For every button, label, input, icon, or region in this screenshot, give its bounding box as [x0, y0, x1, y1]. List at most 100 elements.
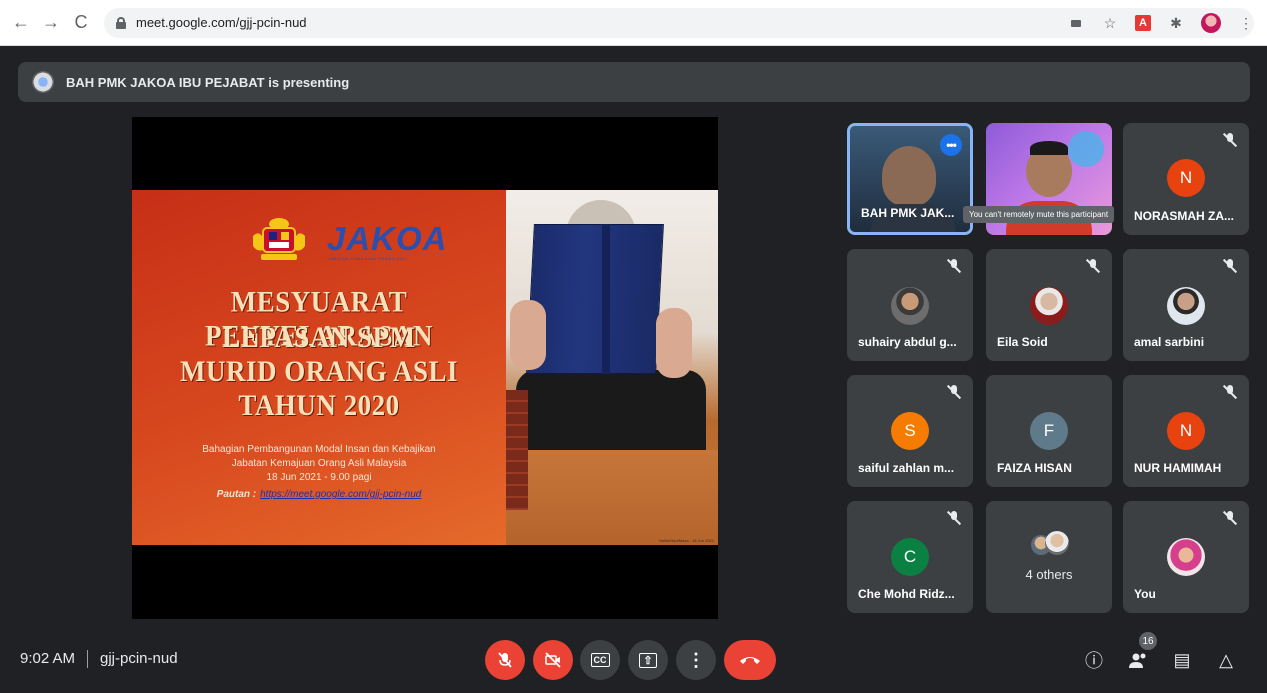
- participant-tile[interactable]: S saiful zahlan m...: [847, 375, 973, 487]
- participant-tile[interactable]: amal sarbini: [1123, 249, 1249, 361]
- participant-name: suhairy abdul g...: [858, 335, 957, 349]
- camera-toggle-button[interactable]: [533, 640, 573, 680]
- participant-tile[interactable]: C Che Mohd Ridz...: [847, 501, 973, 613]
- presenting-text: BAH PMK JAKOA IBU PEJABAT is presenting: [66, 74, 350, 90]
- slide-photo: Tarikh/Hari/Masa : 18 Jun 2021: [506, 190, 718, 545]
- slide-title-line-4: TAHUN 2020: [238, 388, 400, 422]
- avatar: [1030, 287, 1068, 325]
- participant-name: amal sarbini: [1134, 335, 1205, 349]
- mic-off-icon: [947, 385, 961, 399]
- clock: 9:02 AM: [20, 650, 76, 667]
- participant-tile-self[interactable]: You: [1123, 501, 1249, 613]
- participant-name: FAIZA HISAN: [997, 461, 1072, 475]
- mic-off-icon: [1086, 259, 1100, 273]
- participant-count-badge: 16: [1139, 632, 1157, 650]
- extensions-puzzle-icon[interactable]: ✱: [1167, 14, 1185, 32]
- participant-tile[interactable]: N NUR HAMIMAH: [1123, 375, 1249, 487]
- photo-book: [526, 224, 664, 374]
- captions-button[interactable]: CC: [580, 640, 620, 680]
- captions-icon: CC: [590, 653, 610, 667]
- jakoa-logo: JAKOA: [327, 220, 448, 257]
- slide-link-url: https://meet.google.com/gjj-pcin-nud: [260, 489, 422, 500]
- people-icon: [1129, 653, 1146, 668]
- participant-face: [882, 146, 936, 206]
- meeting-controls-bar: 9:02 AM gjj-pcin-nud CC ⇧ ⋮ ⓘ ▤ △: [0, 630, 1267, 693]
- browser-actions: ☆ A ✱ ⋮: [1067, 0, 1255, 46]
- meeting-code: gjj-pcin-nud: [100, 650, 178, 667]
- participant-tile[interactable]: suhairy abdul g...: [847, 249, 973, 361]
- profile-avatar[interactable]: [1201, 13, 1221, 33]
- participant-name: Che Mohd Ridz...: [858, 587, 955, 601]
- avatar: N: [1167, 159, 1205, 197]
- participant-tile[interactable]: F FAIZA HISAN: [986, 375, 1112, 487]
- photo-hand-right: [656, 308, 692, 378]
- present-icon: ⇧: [639, 652, 657, 668]
- others-count-label: 4 others: [1025, 567, 1073, 582]
- jakoa-logo-subtitle: JABATAN KEMAJUAN ORANG ASLI: [328, 256, 408, 261]
- participant-tile-presenter[interactable]: ••• BAH PMK JAK...: [847, 123, 973, 235]
- present-now-button[interactable]: ⇧: [628, 640, 668, 680]
- avatar: [1167, 287, 1205, 325]
- slide-info-line-2: Jabatan Kemajuan Orang Asli Malaysia: [231, 458, 407, 469]
- more-options-button[interactable]: ⋮: [676, 640, 716, 680]
- browser-toolbar: ← → C meet.google.com/gjj-pcin-nud ☆ A ✱…: [0, 0, 1267, 46]
- avatar: F: [1030, 412, 1068, 450]
- mic-off-icon: [1223, 511, 1237, 525]
- mic-off-icon: [1223, 385, 1237, 399]
- more-vert-icon: ⋮: [687, 649, 705, 670]
- mic-off-icon: [947, 259, 961, 273]
- participant-name: You: [1134, 587, 1156, 601]
- divider: [87, 650, 88, 668]
- chat-icon: ▤: [1173, 649, 1191, 670]
- others-tile[interactable]: 4 others: [986, 501, 1112, 613]
- camera-off-icon: [545, 652, 561, 668]
- participant-name: BAH PMK JAK...: [861, 206, 955, 220]
- mic-off-icon: [947, 511, 961, 525]
- browser-menu-icon[interactable]: ⋮: [1237, 14, 1255, 32]
- activities-icon: △: [1219, 649, 1233, 670]
- participant-name: saiful zahlan m...: [858, 461, 955, 475]
- reload-button[interactable]: C: [68, 10, 94, 36]
- mic-off-icon: [1223, 133, 1237, 147]
- leave-call-button[interactable]: [724, 640, 776, 680]
- others-avatars: [1029, 531, 1069, 557]
- mic-off-icon: [498, 652, 512, 668]
- more-options-icon[interactable]: •••: [940, 134, 962, 156]
- participant-name: NUR HAMIMAH: [1134, 461, 1222, 475]
- photo-book-spine: [602, 224, 610, 374]
- slide-title-line-2: LEPASAN SPM: [222, 320, 416, 354]
- back-button[interactable]: ←: [8, 10, 34, 36]
- slide-caption: Tarikh/Hari/Masa : 18 Jun 2021: [658, 538, 714, 543]
- presentation-screen[interactable]: JAKOA JABATAN KEMAJUAN ORANG ASLI MESYUA…: [132, 117, 718, 619]
- malaysia-crest-logo: [253, 218, 305, 260]
- star-icon[interactable]: ☆: [1101, 14, 1119, 32]
- slide-text-panel: JAKOA JABATAN KEMAJUAN ORANG ASLI MESYUA…: [132, 190, 506, 545]
- avatar: [891, 287, 929, 325]
- presenter-avatar: [32, 71, 54, 93]
- presenting-banner: BAH PMK JAKOA IBU PEJABAT is presenting: [18, 62, 1250, 102]
- photo-person-shirt: [516, 370, 706, 450]
- participant-tile[interactable]: Eila Soid: [986, 249, 1112, 361]
- microphone-toggle-button[interactable]: [485, 640, 525, 680]
- camera-indicator-icon[interactable]: [1067, 14, 1085, 32]
- slide: JAKOA JABATAN KEMAJUAN ORANG ASLI MESYUA…: [132, 190, 718, 545]
- participant-tile[interactable]: N NORASMAH ZA...: [1123, 123, 1249, 235]
- avatar: C: [891, 538, 929, 576]
- chat-button[interactable]: ▤: [1170, 648, 1194, 672]
- avatar: [1045, 531, 1069, 555]
- background-decoration: [1068, 131, 1104, 167]
- mute-tooltip: You can't remotely mute this participant: [963, 206, 1115, 223]
- participant-cap: [1030, 141, 1068, 155]
- slide-title-line-3: MURID ORANG ASLI: [179, 354, 459, 388]
- people-button[interactable]: [1126, 648, 1150, 672]
- avatar: S: [891, 412, 929, 450]
- mic-off-icon: [1223, 259, 1237, 273]
- hang-up-icon: [740, 657, 760, 664]
- avatar: N: [1167, 412, 1205, 450]
- pdf-extension-icon[interactable]: A: [1135, 15, 1151, 31]
- forward-button[interactable]: →: [38, 10, 64, 36]
- activities-button[interactable]: △: [1214, 648, 1238, 672]
- meeting-details-button[interactable]: ⓘ: [1082, 648, 1106, 672]
- slide-link-label: Pautan :: [216, 489, 257, 500]
- photo-table: [506, 450, 718, 545]
